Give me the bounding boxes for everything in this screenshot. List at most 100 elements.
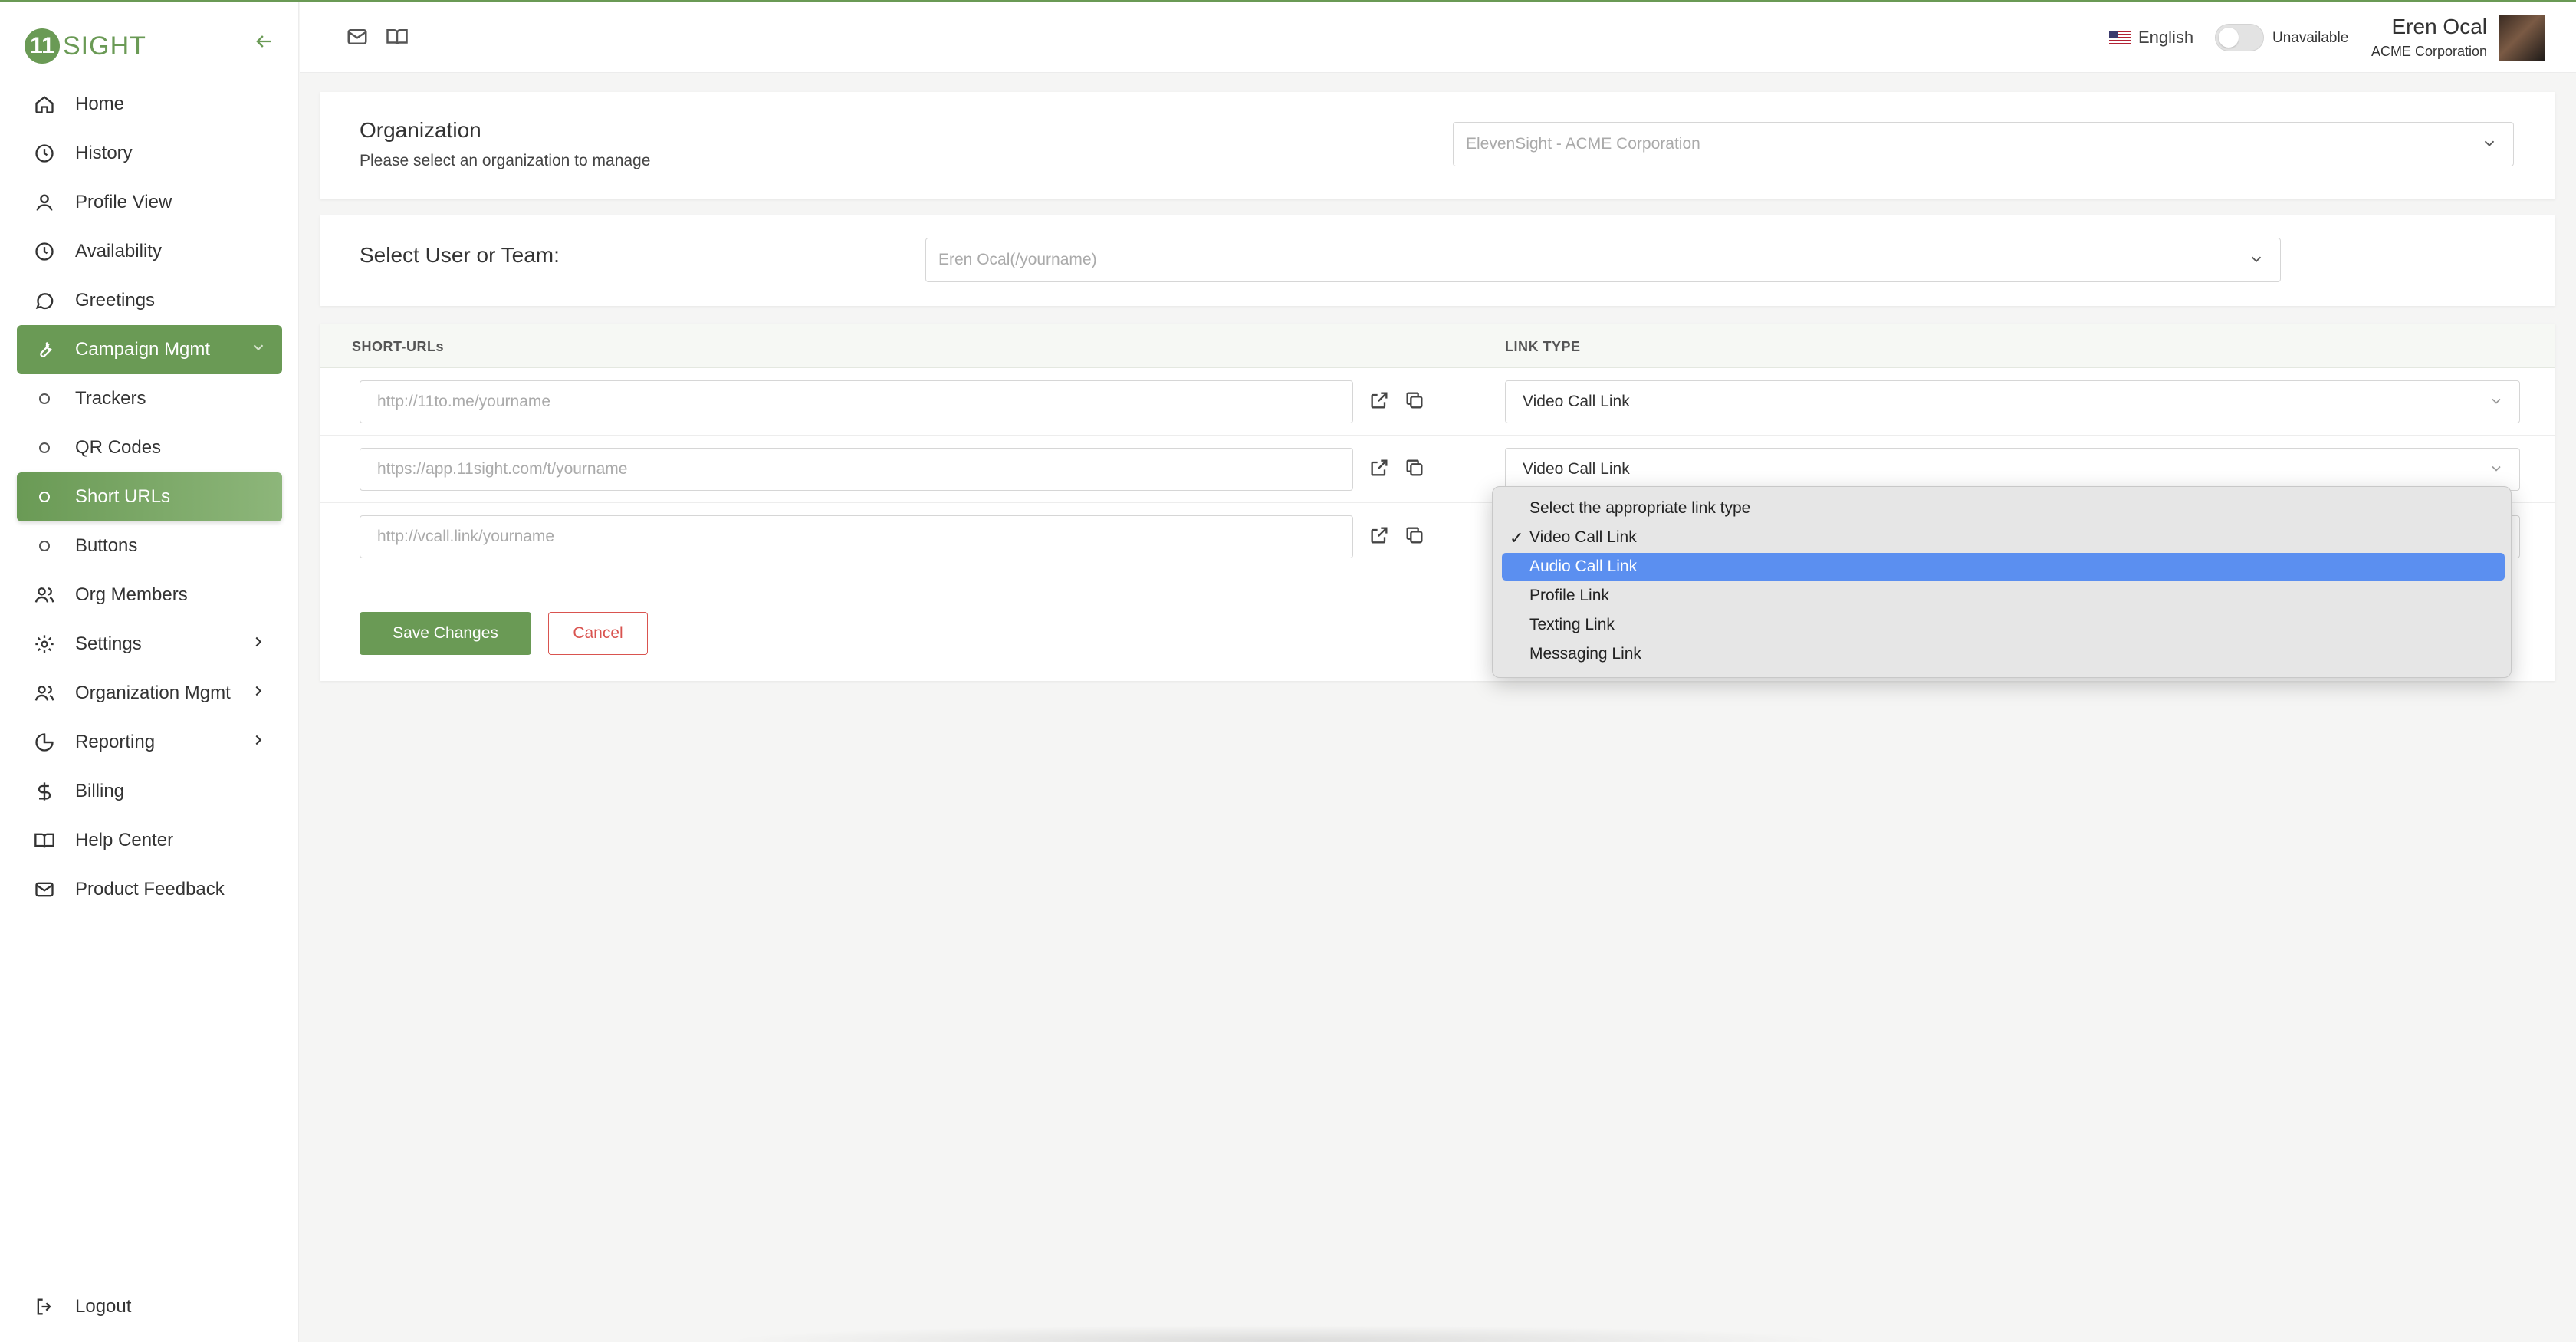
option-label: Video Call Link	[1530, 528, 1637, 546]
sidebar-item-history[interactable]: History	[17, 129, 282, 178]
sidebar-item-organization-mgmt[interactable]: Organization Mgmt	[17, 669, 282, 718]
short-url-input[interactable]: http://11to.me/yourname	[360, 380, 1353, 423]
arrow-left-icon	[256, 35, 271, 48]
clock-icon	[34, 241, 55, 262]
column-header-link-type: LINK TYPE	[1505, 339, 1581, 354]
copy-icon[interactable]	[1404, 525, 1427, 548]
sidebar-item-greetings[interactable]: Greetings	[17, 276, 282, 325]
sidebar-item-label: History	[75, 143, 133, 163]
user-team-card: Select User or Team: Eren Ocal(/yourname…	[320, 215, 2555, 306]
sidebar-item-label: Campaign Mgmt	[75, 339, 211, 360]
sidebar-item-reporting[interactable]: Reporting	[17, 718, 282, 767]
sidebar-item-label: Org Members	[75, 584, 188, 605]
sidebar-item-billing[interactable]: Billing	[17, 767, 282, 816]
external-link-icon[interactable]	[1368, 390, 1392, 413]
home-icon	[34, 94, 55, 115]
user-name[interactable]: Eren Ocal	[2392, 15, 2488, 39]
link-type-value: Video Call Link	[1523, 460, 1630, 478]
avatar[interactable]	[2499, 15, 2545, 61]
sidebar: 11 SIGHT Home History Profile View Avail…	[0, 0, 299, 1342]
bottom-shadow	[721, 1325, 1840, 1342]
user-icon	[34, 192, 55, 213]
sidebar-item-help-center[interactable]: Help Center	[17, 816, 282, 865]
external-link-icon[interactable]	[1368, 525, 1392, 548]
table-row: http://11to.me/yourname Video Call Link	[320, 368, 2555, 436]
wrench-icon	[34, 339, 55, 360]
pie-chart-icon	[34, 732, 55, 753]
top-bar: English Unavailable Eren Ocal ACME Corpo…	[300, 2, 2576, 73]
dropdown-option[interactable]: Messaging Link	[1502, 640, 2505, 668]
sidebar-item-product-feedback[interactable]: Product Feedback	[17, 865, 282, 914]
language-selector[interactable]: English	[2109, 28, 2193, 48]
mail-icon[interactable]	[346, 25, 370, 50]
chevron-down-icon	[2248, 251, 2266, 269]
dropdown-option[interactable]: Select the appropriate link type	[1502, 495, 2505, 522]
circle-icon	[39, 541, 50, 551]
availability-toggle[interactable]	[2215, 24, 2264, 51]
cancel-button[interactable]: Cancel	[548, 612, 648, 655]
short-url-input[interactable]: http://vcall.link/yourname	[360, 515, 1353, 558]
app-logo[interactable]: 11 SIGHT	[25, 28, 146, 64]
sidebar-item-label: Profile View	[75, 192, 172, 212]
dropdown-option[interactable]: Texting Link	[1502, 611, 2505, 639]
sidebar-item-home[interactable]: Home	[17, 80, 282, 129]
user-team-select-value: Eren Ocal(/yourname)	[938, 251, 1097, 268]
user-team-select[interactable]: Eren Ocal(/yourname)	[925, 238, 2281, 282]
language-label: English	[2138, 28, 2194, 47]
organization-subtitle: Please select an organization to manage	[360, 152, 651, 169]
sidebar-item-label: Availability	[75, 241, 162, 261]
users-icon	[34, 683, 55, 704]
sidebar-item-settings[interactable]: Settings	[17, 620, 282, 669]
sidebar-nav: Home History Profile View Availability G…	[17, 80, 282, 914]
logo-text: SIGHT	[63, 31, 146, 61]
sidebar-item-trackers[interactable]: Trackers	[17, 374, 282, 423]
circle-icon	[39, 393, 50, 404]
dropdown-option[interactable]: Audio Call Link	[1502, 553, 2505, 581]
book-icon[interactable]	[386, 25, 410, 50]
chat-icon	[34, 290, 55, 311]
sidebar-item-label: Billing	[75, 781, 125, 801]
sidebar-item-label: Product Feedback	[75, 879, 225, 900]
organization-card: Organization Please select an organizati…	[320, 92, 2555, 199]
chevron-down-icon	[2489, 393, 2505, 410]
link-type-select[interactable]: Video Call Link	[1505, 380, 2520, 423]
mail-icon	[34, 879, 55, 900]
sidebar-item-qr-codes[interactable]: QR Codes	[17, 423, 282, 472]
sidebar-item-campaign-mgmt[interactable]: Campaign Mgmt	[17, 325, 282, 374]
sidebar-item-availability[interactable]: Availability	[17, 227, 282, 276]
copy-icon[interactable]	[1404, 457, 1427, 480]
users-icon	[34, 584, 55, 606]
sidebar-item-short-urls[interactable]: Short URLs	[17, 472, 282, 521]
sidebar-item-label: Settings	[75, 633, 142, 654]
sidebar-item-label: Greetings	[75, 290, 156, 311]
logout-label: Logout	[75, 1296, 132, 1317]
organization-select[interactable]: ElevenSight - ACME Corporation	[1453, 122, 2514, 166]
sidebar-item-label: QR Codes	[75, 437, 162, 458]
logout-button[interactable]: Logout	[34, 1285, 131, 1328]
sidebar-item-label: Trackers	[75, 388, 146, 409]
us-flag-icon	[2109, 31, 2131, 44]
save-changes-button[interactable]: Save Changes	[360, 612, 531, 655]
sidebar-item-label: Organization Mgmt	[75, 683, 231, 703]
sidebar-item-buttons[interactable]: Buttons	[17, 521, 282, 571]
link-type-select[interactable]: Video Call Link	[1505, 448, 2520, 491]
external-link-icon[interactable]	[1368, 457, 1392, 480]
sidebar-item-label: Short URLs	[75, 486, 171, 507]
dropdown-option[interactable]: Profile Link	[1502, 582, 2505, 610]
sidebar-item-label: Buttons	[75, 535, 138, 556]
sidebar-item-org-members[interactable]: Org Members	[17, 571, 282, 620]
top-accent-line	[0, 0, 2576, 2]
collapse-sidebar-button[interactable]	[253, 31, 276, 54]
sidebar-item-profile-view[interactable]: Profile View	[17, 178, 282, 227]
short-url-input[interactable]: https://app.11sight.com/t/yourname	[360, 448, 1353, 491]
link-type-dropdown: Select the appropriate link type ✓ Video…	[1492, 486, 2512, 678]
option-label: Texting Link	[1530, 616, 1615, 633]
copy-icon[interactable]	[1404, 390, 1427, 413]
clock-icon	[34, 143, 55, 164]
sidebar-item-label: Help Center	[75, 830, 174, 850]
chevron-right-icon	[250, 633, 271, 655]
chevron-down-icon	[250, 339, 271, 360]
chevron-right-icon	[250, 732, 271, 753]
dropdown-option[interactable]: ✓ Video Call Link	[1502, 524, 2505, 551]
chevron-right-icon	[250, 683, 271, 704]
